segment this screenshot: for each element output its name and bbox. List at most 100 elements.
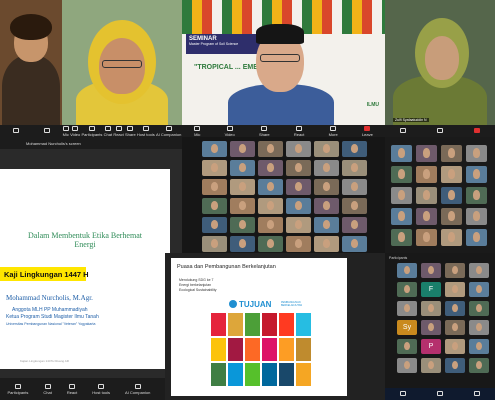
participant-tile[interactable] xyxy=(441,166,462,183)
participant-tile[interactable] xyxy=(466,229,487,246)
participant-tile[interactable] xyxy=(445,282,465,297)
participant-tile[interactable] xyxy=(397,358,417,373)
participant-tile[interactable] xyxy=(421,358,441,373)
participant-face xyxy=(266,182,275,191)
participant-tile[interactable] xyxy=(416,166,437,183)
participant-tile[interactable] xyxy=(445,339,465,354)
participant-tile[interactable] xyxy=(469,301,489,316)
host-tools-button[interactable]: Host tools xyxy=(137,125,155,137)
participant-tile[interactable] xyxy=(421,301,441,316)
participant-tile[interactable] xyxy=(202,160,227,176)
participant-tile[interactable] xyxy=(421,263,441,278)
participant-tile[interactable] xyxy=(445,358,465,373)
participant-tile[interactable] xyxy=(286,236,311,252)
participant-tile[interactable] xyxy=(314,141,339,157)
participant-tile[interactable] xyxy=(466,166,487,183)
chat-button[interactable]: Chat xyxy=(104,125,112,137)
participant-tile[interactable] xyxy=(202,179,227,195)
participant-tile[interactable] xyxy=(314,160,339,176)
participant-tile[interactable] xyxy=(230,198,255,214)
participant-tile[interactable] xyxy=(286,141,311,157)
video-button[interactable]: Video xyxy=(70,125,80,137)
participant-tile[interactable] xyxy=(258,179,283,195)
participant-tile[interactable] xyxy=(230,141,255,157)
participant-tile[interactable] xyxy=(314,179,339,195)
participant-tile[interactable] xyxy=(397,339,417,354)
participant-tile[interactable] xyxy=(441,208,462,225)
participant-tile[interactable] xyxy=(202,198,227,214)
participant-tile[interactable] xyxy=(391,187,412,204)
participant-tile[interactable] xyxy=(441,229,462,246)
participant-tile[interactable] xyxy=(286,198,311,214)
participant-tile[interactable] xyxy=(391,145,412,162)
participant-tile[interactable] xyxy=(258,217,283,233)
avatar[interactable]: Sy xyxy=(397,320,417,335)
participant-tile[interactable] xyxy=(342,236,367,252)
participant-tile[interactable] xyxy=(342,179,367,195)
avatar[interactable]: F xyxy=(421,282,441,297)
participant-tile[interactable] xyxy=(466,208,487,225)
participant-tile[interactable] xyxy=(314,217,339,233)
participant-tile[interactable] xyxy=(469,358,489,373)
participant-tile[interactable] xyxy=(286,217,311,233)
more-button[interactable]: More xyxy=(329,125,338,137)
participants-button[interactable]: Participants xyxy=(81,125,102,137)
share-button[interactable]: Share xyxy=(125,125,136,137)
participant-tile[interactable] xyxy=(441,187,462,204)
participant-tile[interactable] xyxy=(416,145,437,162)
participant-tile[interactable] xyxy=(230,160,255,176)
leave-button[interactable]: Leave xyxy=(362,125,373,137)
participant-tile[interactable] xyxy=(342,217,367,233)
participant-tile[interactable] xyxy=(445,320,465,335)
participant-tile[interactable] xyxy=(469,339,489,354)
participant-tile[interactable] xyxy=(342,198,367,214)
participant-tile[interactable] xyxy=(258,141,283,157)
participant-tile[interactable] xyxy=(469,320,489,335)
avatar[interactable]: P xyxy=(421,339,441,354)
participant-tile[interactable] xyxy=(286,160,311,176)
participant-tile[interactable] xyxy=(202,217,227,233)
participant-tile[interactable] xyxy=(441,145,462,162)
participant-tile[interactable] xyxy=(416,208,437,225)
mic-button[interactable]: Mic xyxy=(63,125,69,137)
participant-tile[interactable] xyxy=(466,145,487,162)
participant-tile[interactable] xyxy=(445,301,465,316)
participant-tile[interactable] xyxy=(230,236,255,252)
participant-tile[interactable] xyxy=(258,160,283,176)
participant-tile[interactable] xyxy=(397,263,417,278)
participant-tile[interactable] xyxy=(397,282,417,297)
participant-tile[interactable] xyxy=(342,160,367,176)
ai-companion-button[interactable]: AI Companion xyxy=(125,383,150,395)
participant-tile[interactable] xyxy=(230,179,255,195)
participant-tile[interactable] xyxy=(397,301,417,316)
react-button[interactable]: React xyxy=(113,125,124,137)
participant-tile[interactable] xyxy=(421,320,441,335)
participant-tile[interactable] xyxy=(416,187,437,204)
react-button[interactable]: React xyxy=(67,383,77,395)
share-button[interactable]: Share xyxy=(259,125,270,137)
participant-tile[interactable] xyxy=(469,282,489,297)
video-button[interactable]: Video xyxy=(225,125,235,137)
participant-tile[interactable] xyxy=(469,263,489,278)
ai-companion-button[interactable]: AI Companion xyxy=(156,125,181,137)
participant-tile[interactable] xyxy=(342,141,367,157)
react-button[interactable]: React xyxy=(294,125,304,137)
participant-tile[interactable] xyxy=(202,141,227,157)
participant-tile[interactable] xyxy=(445,263,465,278)
participant-tile[interactable] xyxy=(202,236,227,252)
participant-tile[interactable] xyxy=(391,208,412,225)
participant-tile[interactable] xyxy=(258,198,283,214)
host-tools-button[interactable]: Host tools xyxy=(92,383,110,395)
chat-button[interactable]: Chat xyxy=(43,383,52,395)
participant-tile[interactable] xyxy=(286,179,311,195)
participant-tile[interactable] xyxy=(258,236,283,252)
participant-tile[interactable] xyxy=(391,166,412,183)
participant-tile[interactable] xyxy=(416,229,437,246)
participant-tile[interactable] xyxy=(314,236,339,252)
participant-tile[interactable] xyxy=(466,187,487,204)
participants-button[interactable]: Participants xyxy=(7,383,28,395)
participant-tile[interactable] xyxy=(391,229,412,246)
mic-button[interactable]: Mic xyxy=(194,125,200,137)
participant-tile[interactable] xyxy=(314,198,339,214)
participant-tile[interactable] xyxy=(230,217,255,233)
